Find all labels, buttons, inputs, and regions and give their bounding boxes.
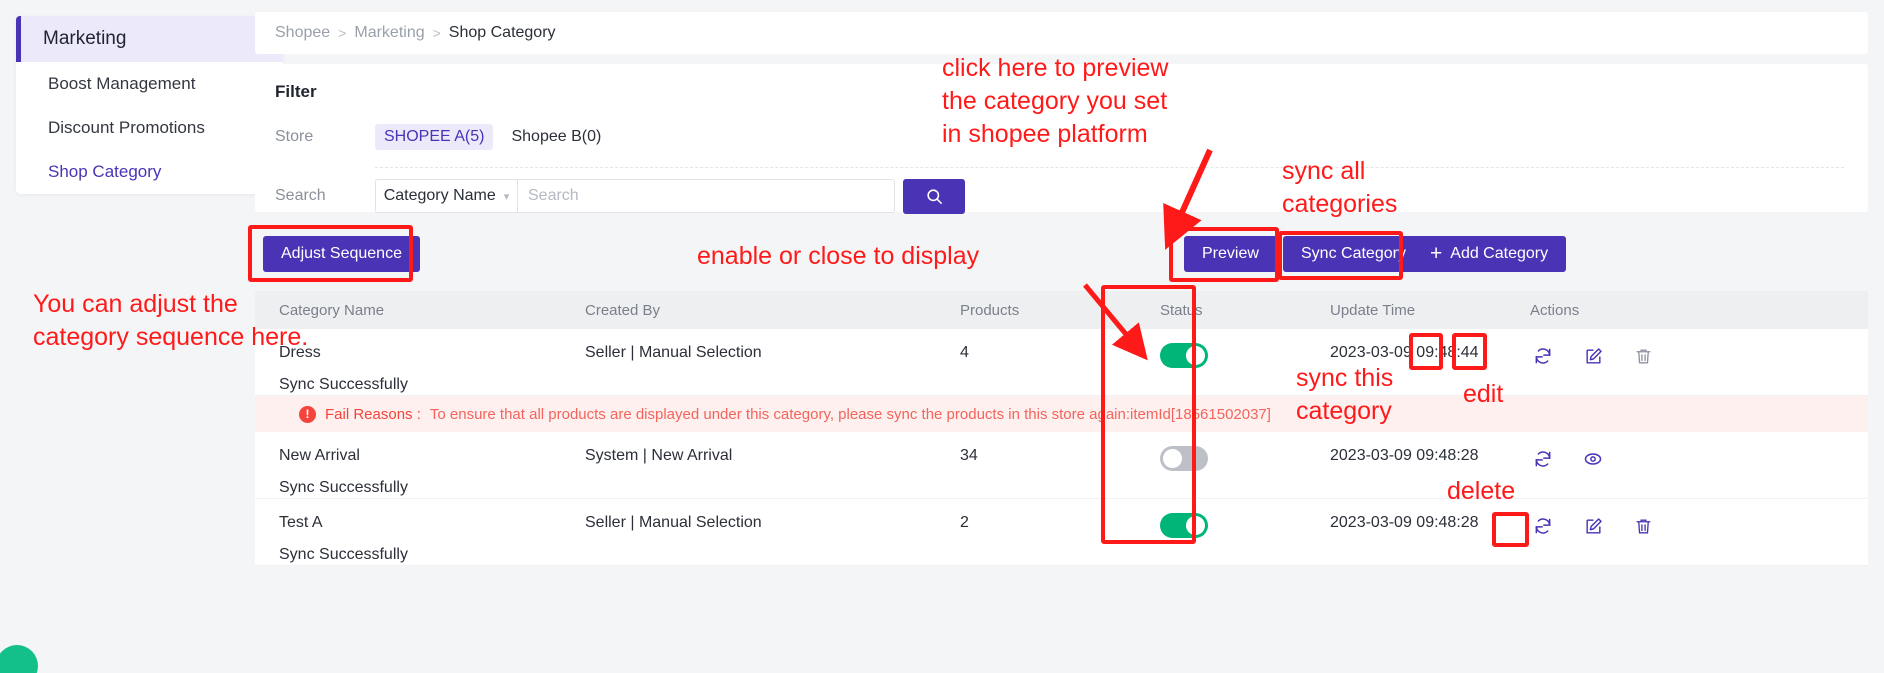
breadcrumb-separator: >: [433, 25, 441, 41]
add-category-button[interactable]: + Add Category: [1412, 236, 1566, 272]
category-name: Dress: [279, 343, 585, 362]
update-time: 2023-03-09 09:48:28: [1330, 446, 1530, 465]
breadcrumb: Shopee > Marketing > Shop Category: [255, 12, 1868, 54]
annotation-delete: delete: [1447, 475, 1515, 508]
store-tab-shopee-b[interactable]: Shopee B(0): [505, 124, 607, 150]
search-input[interactable]: [517, 179, 895, 213]
created-by: Seller | Manual Selection: [585, 343, 960, 362]
sync-icon[interactable]: [1530, 446, 1556, 472]
delete-icon[interactable]: [1631, 344, 1657, 370]
annotation-sync-all: sync all categories: [1282, 155, 1397, 221]
column-header-created-by: Created By: [585, 302, 960, 319]
annotation-box-adjust-sequence: [248, 225, 413, 282]
breadcrumb-separator: >: [338, 25, 346, 41]
app-root: Marketing Boost Management Discount Prom…: [0, 0, 1884, 673]
table-row: Dress Sync Successfully Seller | Manual …: [255, 329, 1868, 396]
sync-icon[interactable]: [1530, 513, 1556, 539]
decorative-corner-circle: [0, 645, 38, 673]
sidebar-item-label: Discount Promotions: [48, 118, 205, 138]
search-label: Search: [275, 187, 375, 205]
sidebar-item-shop-category[interactable]: Shop Category: [16, 150, 283, 194]
sidebar-item-label: Boost Management: [48, 74, 195, 94]
category-name: Test A: [279, 513, 585, 532]
annotation-edit: edit: [1463, 378, 1503, 411]
sidebar-header: Marketing: [16, 16, 283, 62]
sidebar-item-discount-promotions[interactable]: Discount Promotions: [16, 106, 283, 150]
search-icon: [925, 187, 944, 206]
category-name: New Arrival: [279, 446, 585, 465]
created-by: System | New Arrival: [585, 446, 960, 465]
sync-status-text: Sync Successfully: [279, 546, 585, 564]
add-category-label: Add Category: [1450, 245, 1548, 263]
search-field-value: Category Name: [384, 187, 496, 205]
annotation-enable-close: enable or close to display: [697, 240, 979, 273]
column-header-update-time: Update Time: [1330, 302, 1530, 319]
sidebar-item-boost-management[interactable]: Boost Management: [16, 62, 283, 106]
annotation-adjust-note: You can adjust the category sequence her…: [33, 288, 308, 354]
sidebar: Marketing Boost Management Discount Prom…: [16, 16, 283, 194]
annotation-box-delete-row-icon: [1492, 512, 1529, 547]
search-button[interactable]: [903, 179, 965, 214]
breadcrumb-marketing[interactable]: Marketing: [354, 24, 424, 42]
search-filter-row: Search Category Name ▾: [275, 179, 1844, 213]
search-field-select[interactable]: Category Name ▾: [375, 179, 517, 213]
sync-icon[interactable]: [1530, 343, 1556, 369]
chevron-down-icon: ▾: [504, 190, 510, 203]
filter-divider: [375, 167, 1844, 168]
breadcrumb-current: Shop Category: [449, 24, 556, 42]
sync-status-text: Sync Successfully: [279, 479, 585, 497]
annotation-box-preview: [1169, 227, 1279, 282]
fail-reason-label: Fail Reasons :: [325, 406, 421, 423]
annotation-box-sync-row-icon: [1409, 333, 1443, 370]
search-controls: Category Name ▾: [375, 179, 965, 214]
annotation-box-sync-category: [1278, 231, 1403, 280]
store-tab-shopee-a[interactable]: SHOPEE A(5): [375, 124, 493, 150]
annotation-preview-note: click here to preview the category you s…: [942, 52, 1168, 151]
annotation-box-status-column: [1101, 285, 1196, 544]
breadcrumb-shopee[interactable]: Shopee: [275, 24, 330, 42]
annotation-box-edit-row-icon: [1452, 333, 1487, 370]
edit-icon[interactable]: [1580, 344, 1606, 370]
table-row: New Arrival Sync Successfully System | N…: [255, 432, 1868, 499]
sync-status-text: Sync Successfully: [279, 376, 585, 394]
fail-reason-banner: ! Fail Reasons : To ensure that all prod…: [255, 396, 1868, 432]
delete-icon[interactable]: [1631, 514, 1657, 540]
error-icon: !: [299, 406, 316, 423]
sidebar-item-label: Shop Category: [48, 162, 161, 182]
category-table: Category Name Created By Products Status…: [255, 291, 1868, 566]
table-row: Test A Sync Successfully Seller | Manual…: [255, 499, 1868, 566]
table-header-row: Category Name Created By Products Status…: [255, 291, 1868, 329]
created-by: Seller | Manual Selection: [585, 513, 960, 532]
annotation-sync-this: sync this category: [1296, 362, 1393, 428]
store-label: Store: [275, 128, 375, 146]
eye-icon[interactable]: [1580, 446, 1606, 472]
column-header-actions: Actions: [1530, 302, 1830, 319]
edit-icon[interactable]: [1580, 514, 1606, 540]
